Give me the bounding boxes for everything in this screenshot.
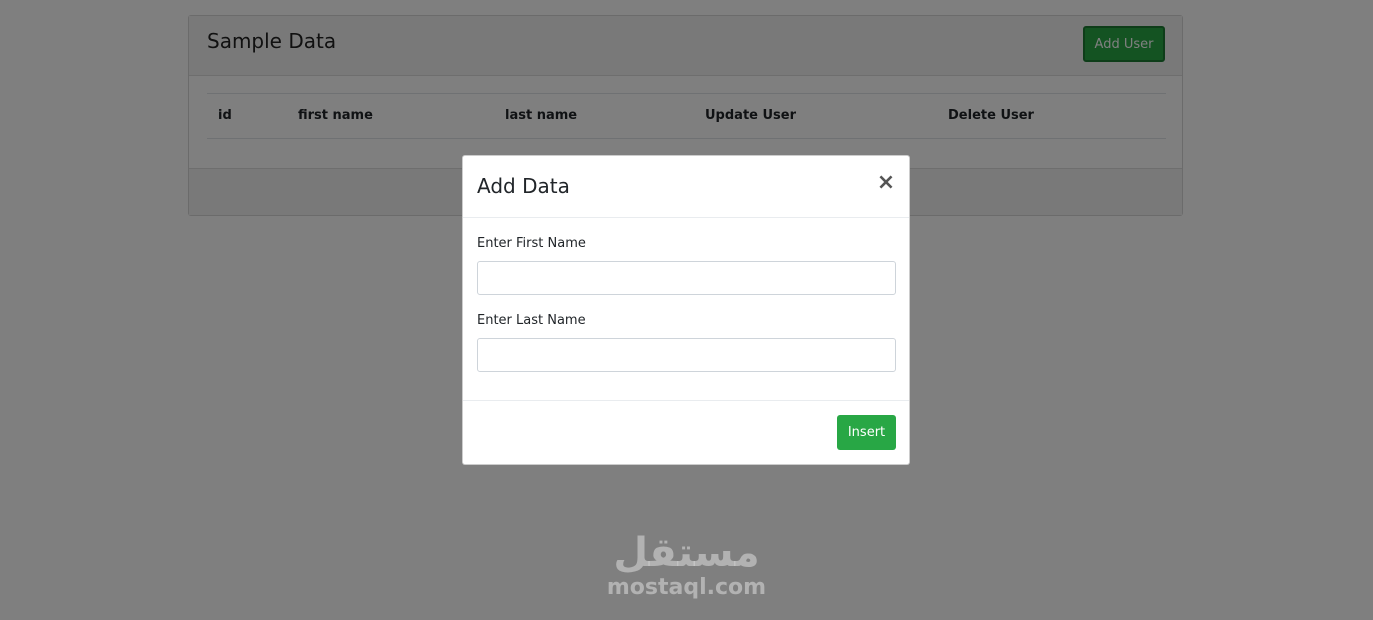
insert-button[interactable]: Insert: [837, 415, 896, 450]
last-name-label: Enter Last Name: [477, 313, 586, 328]
modal-header: Add Data ×: [463, 156, 909, 218]
first-name-input[interactable]: [477, 261, 896, 295]
add-data-modal: Add Data × Enter First Name Enter Last N…: [462, 155, 910, 465]
last-name-input[interactable]: [477, 338, 896, 372]
modal-footer: Insert: [463, 400, 909, 464]
watermark-latin-text: mostaql.com: [606, 575, 767, 600]
modal-title: Add Data: [477, 174, 570, 198]
mostaql-watermark-logo: مستقل mostaql.com: [600, 530, 773, 610]
watermark-arabic-text: مستقل: [613, 530, 760, 576]
first-name-label: Enter First Name: [477, 236, 586, 251]
close-icon[interactable]: ×: [875, 170, 897, 196]
